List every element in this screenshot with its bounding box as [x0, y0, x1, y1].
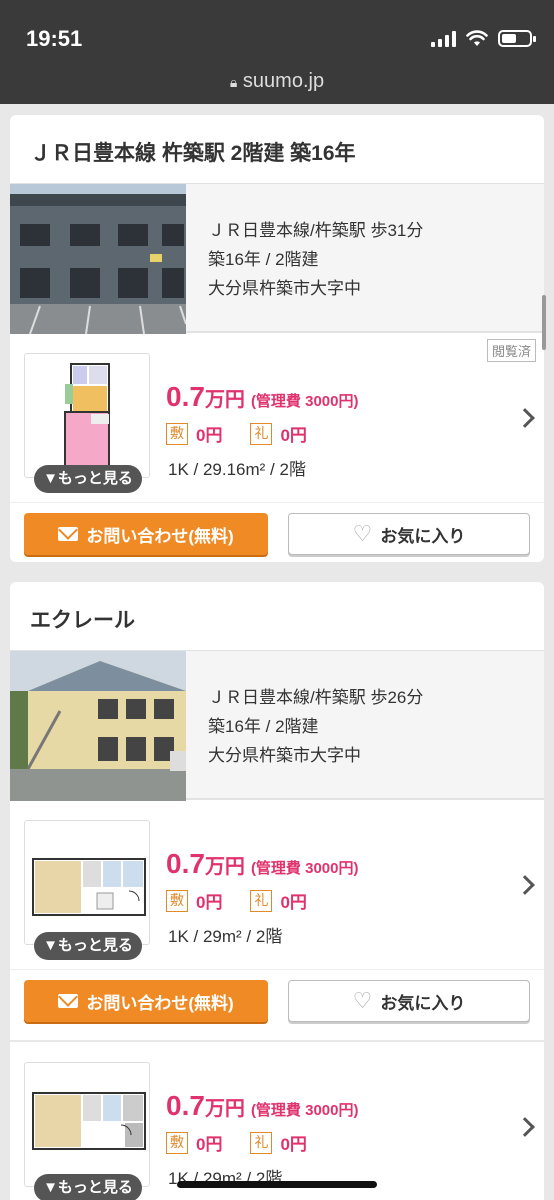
scrollbar[interactable] [542, 295, 546, 350]
listing-info[interactable]: ＪＲ日豊本線/杵築駅 歩31分 築16年 / 2階建 大分県杵築市大字中 [10, 183, 544, 334]
deposit-label: 敷 [166, 889, 188, 912]
unit-spec: 1K / 29.16m² / 2階 [168, 460, 306, 479]
action-buttons: お問い合わせ(無料) ♡ お気に入り [10, 503, 544, 573]
inquiry-button[interactable]: お問い合わせ(無料) [24, 513, 268, 555]
inquiry-label: お問い合わせ(無料) [86, 526, 234, 546]
floor-plan-image[interactable] [24, 353, 150, 478]
listing-access: ＪＲ日豊本線/杵築駅 歩26分 [208, 688, 424, 707]
url-bar[interactable]: 🔒︎ suumo.jp [0, 70, 554, 93]
floor-plan-image[interactable] [24, 820, 150, 945]
floor-plan-image[interactable] [24, 1062, 150, 1187]
listing-title[interactable]: エクレール [10, 582, 544, 650]
listing-card: ＪＲ日豊本線 杵築駅 2階建 築16年 ＪＲ日豊本線/杵築駅 歩31分 築16年… [10, 115, 544, 562]
favorite-button[interactable]: ♡ お気に入り [288, 980, 530, 1022]
cellular-signal-icon [431, 30, 456, 47]
rent-unit: 万円 [204, 856, 245, 878]
listing-card: エクレール ＪＲ日豊本線/杵築駅 歩26分 築16年 / 2階建 大分県杵築市大… [10, 582, 544, 1200]
deposit-key-money: 敷 0円 礼 0円 [166, 421, 307, 446]
wifi-icon [466, 30, 488, 46]
key-money-label: 礼 [250, 889, 273, 912]
mail-icon [58, 994, 79, 1008]
status-icons [431, 30, 536, 47]
listing-age: 築16年 / 2階建 [208, 717, 319, 736]
key-money-value: 0円 [280, 1135, 307, 1154]
listing-title[interactable]: ＪＲ日豊本線 杵築駅 2階建 築16年 [10, 115, 544, 183]
key-money-label: 礼 [250, 1131, 273, 1154]
listing-access: ＪＲ日豊本線/杵築駅 歩31分 [208, 221, 424, 240]
rent-price: 0.7万円 (管理費 3000円) [166, 1090, 358, 1122]
deposit-key-money: 敷 0円 礼 0円 [166, 888, 307, 913]
more-button[interactable]: ▼もっと見る [34, 1174, 142, 1200]
management-fee: (管理費 3000円) [250, 1102, 359, 1119]
more-button[interactable]: ▼もっと見る [34, 465, 142, 493]
key-money-value: 0円 [280, 426, 307, 445]
viewed-badge: 閲覧済 [486, 339, 536, 362]
unit-row[interactable]: ▼もっと見る 0.7万円 (管理費 3000円) 敷 0円 礼 0円 1K / 2… [10, 1040, 544, 1200]
mail-icon [58, 527, 79, 541]
heart-icon: ♡ [352, 988, 373, 1013]
key-money-label: 礼 [250, 422, 273, 445]
deposit-value: 0円 [196, 426, 223, 445]
rent-unit: 万円 [204, 1098, 245, 1120]
deposit-label: 敷 [166, 1131, 188, 1154]
inquiry-button[interactable]: お問い合わせ(無料) [24, 980, 268, 1022]
rent-amount: 0.7 [166, 848, 205, 879]
inquiry-label: お問い合わせ(無料) [86, 993, 234, 1013]
rent-price: 0.7万円 (管理費 3000円) [166, 381, 358, 413]
rent-amount: 0.7 [166, 1090, 205, 1121]
home-indicator[interactable] [177, 1181, 377, 1188]
listing-address: 大分県杵築市大字中 [208, 746, 361, 765]
status-bar: 19:51 🔒︎ suumo.jp [0, 0, 554, 104]
listing-info[interactable]: ＪＲ日豊本線/杵築駅 歩26分 築16年 / 2階建 大分県杵築市大字中 [10, 650, 544, 801]
heart-icon: ♡ [352, 521, 373, 546]
deposit-label: 敷 [166, 422, 188, 445]
deposit-key-money: 敷 0円 礼 0円 [166, 1130, 307, 1155]
key-money-value: 0円 [280, 893, 307, 912]
listing-age: 築16年 / 2階建 [208, 250, 319, 269]
url-text: suumo.jp [242, 70, 325, 92]
building-photo[interactable] [10, 184, 186, 334]
unit-row[interactable]: ▼もっと見る 0.7万円 (管理費 3000円) 敷 0円 礼 0円 1K / 2… [10, 800, 544, 970]
chevron-right-icon[interactable] [515, 408, 535, 428]
rent-unit: 万円 [204, 389, 245, 411]
chevron-right-icon[interactable] [515, 875, 535, 895]
building-photo[interactable] [10, 651, 186, 801]
action-buttons: お問い合わせ(無料) ♡ お気に入り [10, 970, 544, 1040]
battery-icon [498, 30, 536, 47]
management-fee: (管理費 3000円) [250, 860, 359, 877]
unit-spec: 1K / 29m² / 2階 [168, 927, 283, 946]
listing-address: 大分県杵築市大字中 [208, 279, 361, 298]
more-button[interactable]: ▼もっと見る [34, 932, 142, 960]
chevron-right-icon[interactable] [515, 1117, 535, 1137]
unit-row[interactable]: 閲覧済 ▼もっと見る 0.7万円 (管理費 3000円) 敷 0円 礼 0円 1K… [10, 333, 544, 503]
favorite-label: お気に入り [380, 993, 466, 1013]
status-time: 19:51 [26, 26, 83, 51]
favorite-label: お気に入り [380, 526, 466, 546]
rent-price: 0.7万円 (管理費 3000円) [166, 848, 358, 880]
deposit-value: 0円 [196, 1135, 223, 1154]
lock-icon: 🔒︎ [229, 74, 238, 90]
deposit-value: 0円 [196, 893, 223, 912]
rent-amount: 0.7 [166, 381, 205, 412]
management-fee: (管理費 3000円) [250, 393, 359, 410]
favorite-button[interactable]: ♡ お気に入り [288, 513, 530, 555]
